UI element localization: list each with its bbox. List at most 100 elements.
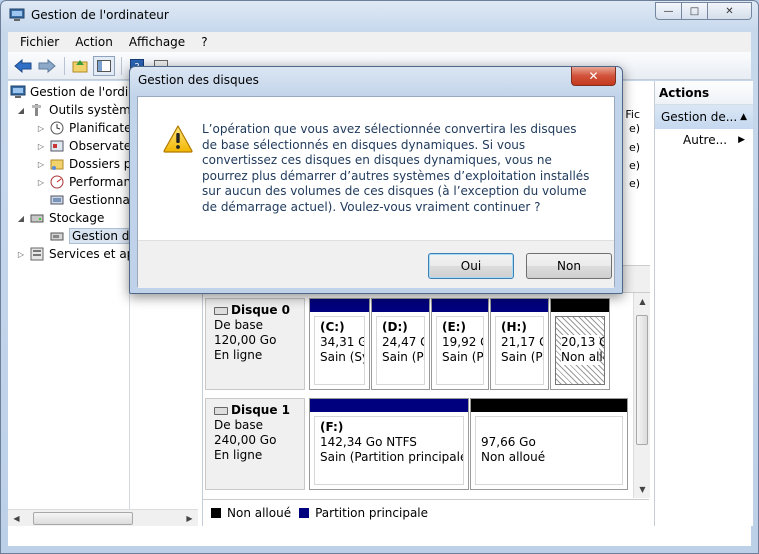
- partition-label: (E:): [442, 320, 466, 334]
- caption-buttons: — □ ✕: [655, 2, 752, 20]
- partition-size: 24,47 Go: [382, 335, 424, 349]
- unallocated-space[interactable]: 97,66 Go Non alloué: [470, 398, 628, 490]
- dialog-body: L’opération que vous avez sélectionnée c…: [137, 96, 615, 288]
- volume-list-text: e): [628, 159, 640, 172]
- partition[interactable]: (C:) 34,31 Go Sain (Sys: [309, 298, 370, 390]
- partition-label: (C:): [320, 320, 345, 334]
- disk-label[interactable]: Disque 1 De base 240,00 Go En ligne: [205, 398, 305, 490]
- tree-horizontal-scrollbar[interactable]: ◀ ▶: [8, 509, 198, 526]
- tree-item-gestion-disques[interactable]: Gestion des disques: [49, 227, 129, 245]
- scroll-up-icon[interactable]: ▲: [634, 293, 651, 310]
- partition-size: 20,13 Go: [561, 335, 604, 350]
- expanded-arrow-icon[interactable]: ◢: [16, 106, 26, 115]
- partition-size: 142,34 Go NTFS: [320, 435, 417, 449]
- services-icon: [29, 246, 45, 262]
- scroll-down-icon[interactable]: ▼: [634, 481, 651, 498]
- legend-item-unallocated: Non alloué: [211, 506, 291, 520]
- back-arrow-icon[interactable]: [12, 56, 34, 76]
- storage-icon: [29, 210, 45, 226]
- partition-bar: [372, 299, 429, 312]
- partition-status: Sain (Pa: [442, 350, 484, 364]
- tree-label: Gestion de l'ordinateur (local): [30, 85, 129, 99]
- disk-label[interactable]: Disque 0 De base 120,00 Go En ligne: [205, 298, 305, 390]
- yes-button[interactable]: Oui: [428, 253, 514, 279]
- scroll-right-icon[interactable]: ▶: [181, 510, 198, 527]
- close-button[interactable]: ✕: [707, 2, 752, 20]
- legend-swatch: [299, 508, 310, 518]
- computer-icon: [10, 84, 26, 100]
- legend-item-primary: Partition principale: [299, 506, 428, 520]
- unallocated-space[interactable]: 20,13 Go Non allo: [550, 298, 610, 390]
- up-folder-icon[interactable]: [69, 56, 91, 76]
- legend-label: Non alloué: [227, 506, 292, 520]
- disk-map-vertical-scrollbar[interactable]: ▲ ▼: [633, 293, 650, 498]
- actions-pane: Actions Gestion de... ▲ Autre... ▶: [654, 81, 753, 526]
- tree-label: Planificateur de tâches: [69, 121, 129, 135]
- dialog-close-button[interactable]: ✕: [571, 67, 616, 86]
- tools-icon: [29, 102, 45, 118]
- show-hide-tree-icon[interactable]: [93, 55, 115, 76]
- partition[interactable]: (D:) 24,47 Go Sain (Pa: [371, 298, 430, 390]
- forward-arrow-icon[interactable]: [36, 56, 58, 76]
- menu-fichier[interactable]: Fichier: [12, 35, 67, 49]
- scroll-thumb[interactable]: [33, 511, 133, 525]
- partition-status: Non alloué: [481, 450, 546, 464]
- toolbar-separator: [121, 56, 122, 75]
- disk-size: 240,00 Go: [214, 433, 277, 447]
- tree-item-planificateur[interactable]: ▷ Planificateur de tâches: [36, 119, 129, 137]
- partition-size: 21,17 Go: [501, 335, 543, 349]
- title-bar[interactable]: Gestion de l'ordinateur — □ ✕: [1, 1, 758, 31]
- partition-status: Non allo: [561, 350, 604, 365]
- collapse-up-icon[interactable]: ▲: [740, 112, 747, 122]
- maximize-button[interactable]: □: [681, 2, 708, 20]
- menu-help[interactable]: ?: [193, 35, 215, 49]
- partition-size: 34,31 Go: [320, 335, 364, 349]
- partition[interactable]: (H:) 21,17 Go Sain (Pa: [490, 298, 549, 390]
- tree-item-outils-systeme[interactable]: ◢ Outils système: [16, 101, 129, 119]
- no-button[interactable]: Non: [526, 253, 612, 279]
- minimize-button[interactable]: —: [655, 2, 682, 20]
- scroll-left-icon[interactable]: ◀: [8, 510, 25, 527]
- tree-item-root[interactable]: Gestion de l'ordinateur (local): [10, 83, 129, 101]
- disk-row: Disque 1 De base 240,00 Go En ligne (F:)…: [203, 398, 633, 490]
- partition-size: 19,92 Go: [442, 335, 483, 349]
- partition-bar: [310, 399, 468, 412]
- collapsed-arrow-icon[interactable]: ▷: [36, 124, 46, 133]
- collapsed-arrow-icon[interactable]: ▷: [36, 142, 46, 151]
- partition-bar: [491, 299, 548, 312]
- tree-label: Gestionnaire de périphériques: [69, 193, 130, 207]
- partition-bar: [432, 299, 488, 312]
- event-viewer-icon: [49, 138, 65, 154]
- tree-item-stockage[interactable]: ◢ Stockage: [16, 209, 104, 227]
- partition-status: Sain (Partition principale): [320, 450, 464, 464]
- collapsed-arrow-icon[interactable]: ▷: [16, 250, 26, 259]
- disk-icon: [214, 406, 228, 415]
- partition-label: (F:): [320, 420, 344, 434]
- tree-item-services[interactable]: ▷ Services et applications: [16, 245, 129, 263]
- disk-icon: [214, 306, 228, 315]
- partition-bar: [310, 299, 369, 312]
- computer-management-icon: [9, 8, 25, 21]
- disk-type: De base: [214, 318, 264, 332]
- partition[interactable]: (F:) 142,34 Go NTFS Sain (Partition prin…: [309, 398, 469, 490]
- tree-item-performances[interactable]: ▷ Performances: [36, 173, 129, 191]
- expanded-arrow-icon[interactable]: ◢: [16, 214, 26, 223]
- scroll-thumb[interactable]: [636, 315, 648, 445]
- tree-label: Services et applications: [49, 247, 129, 261]
- actions-more[interactable]: Autre... ▶: [655, 129, 753, 151]
- menu-affichage[interactable]: Affichage: [121, 35, 193, 49]
- legend-label: Partition principale: [315, 506, 429, 520]
- tree-item-gestionnaire[interactable]: Gestionnaire de périphériques: [49, 191, 130, 209]
- menu-action[interactable]: Action: [67, 35, 121, 49]
- tree-item-dossiers-partages[interactable]: ▷ Dossiers partagés: [36, 155, 129, 173]
- partition[interactable]: (E:) 19,92 Go Sain (Pa: [431, 298, 489, 390]
- submenu-arrow-icon: ▶: [738, 135, 745, 145]
- performance-icon: [49, 174, 65, 190]
- tree-label: Observateur d'événements: [69, 139, 129, 153]
- tree-item-observateur[interactable]: ▷ Observateur d'événements: [36, 137, 129, 155]
- actions-section[interactable]: Gestion de... ▲: [655, 105, 753, 129]
- partition-bar: [551, 299, 609, 312]
- collapsed-arrow-icon[interactable]: ▷: [36, 178, 46, 187]
- actions-header: Actions: [655, 81, 753, 105]
- collapsed-arrow-icon[interactable]: ▷: [36, 160, 46, 169]
